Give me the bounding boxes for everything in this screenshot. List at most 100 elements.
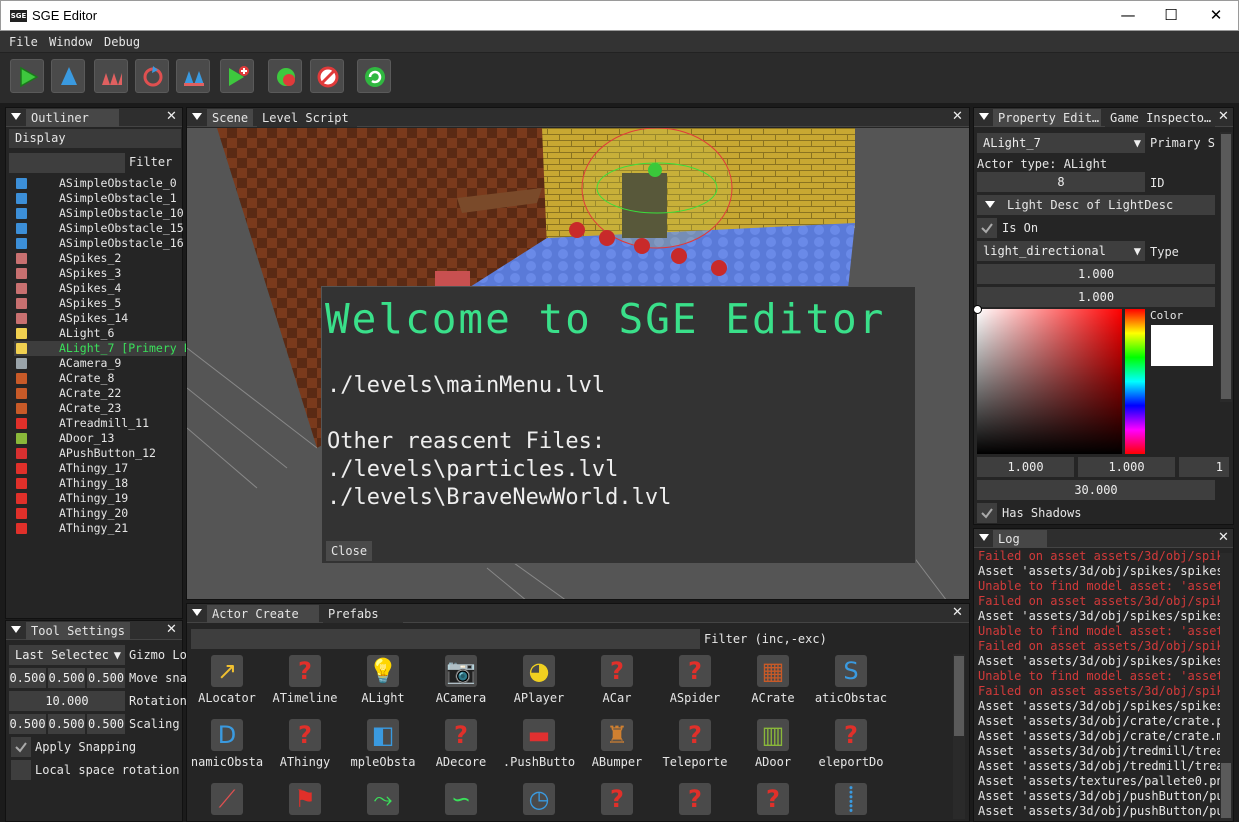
close-icon[interactable]: ✕: [952, 605, 963, 620]
light-type-dropdown[interactable]: light_directional ▼: [977, 241, 1145, 261]
move-snap-y[interactable]: 0.500: [48, 668, 85, 688]
id-field[interactable]: 8: [977, 172, 1145, 192]
scrollbar-thumb[interactable]: [1221, 134, 1231, 399]
scale-snap-y[interactable]: 0.500: [48, 714, 85, 734]
actor-create-item[interactable]: ♜ ABumper: [578, 719, 656, 781]
select-mode-dropdown[interactable]: Last Selectec ▼: [9, 645, 125, 665]
close-icon[interactable]: ✕: [166, 109, 177, 124]
tab-outliner[interactable]: Outliner: [26, 109, 119, 127]
close-button[interactable]: Close: [326, 541, 372, 561]
actor-create-item[interactable]: ▥ ADoor: [734, 719, 812, 781]
outliner-item[interactable]: ALight_7 [Primery Light]: [14, 341, 225, 356]
outliner-item[interactable]: ASpikes_3: [14, 266, 186, 281]
refresh-button[interactable]: [357, 59, 391, 93]
menu-window[interactable]: Window: [49, 35, 92, 49]
tab-tool-settings[interactable]: Tool Settings: [26, 622, 130, 640]
close-window-button[interactable]: ✕: [1193, 1, 1239, 31]
intensity-field[interactable]: 1.000: [977, 264, 1215, 284]
light-desc-header[interactable]: Light Desc of LightDesc: [977, 195, 1215, 215]
actor-create-item[interactable]: ⤳: [344, 783, 422, 821]
move-snap-x[interactable]: 0.500: [9, 668, 46, 688]
outliner-item[interactable]: ATreadmill_11: [14, 416, 186, 431]
outliner-item[interactable]: ASimpleObstacle_10: [14, 206, 186, 221]
actor-create-item[interactable]: ? ADecore: [422, 719, 500, 781]
actor-create-item[interactable]: ? AThingy: [266, 719, 344, 781]
close-icon[interactable]: ✕: [166, 622, 177, 637]
actor-create-item[interactable]: ?: [734, 783, 812, 821]
actor-create-item[interactable]: 📷 ACamera: [422, 655, 500, 717]
swap-button[interactable]: [268, 59, 302, 93]
actor-create-item[interactable]: ⸽: [812, 783, 890, 821]
collapse-icon[interactable]: [192, 113, 202, 120]
outliner-item[interactable]: AThingy_21: [14, 521, 186, 536]
tab-scene[interactable]: Scene: [207, 109, 253, 127]
play-button[interactable]: [10, 59, 44, 93]
is-on-checkbox[interactable]: [977, 218, 997, 238]
outliner-item[interactable]: ALight_6: [14, 326, 186, 341]
outliner-item[interactable]: ASimpleObstacle_16: [14, 236, 186, 251]
picker-handle[interactable]: [974, 305, 982, 314]
recent-file-link[interactable]: ./levels\particles.lvl: [327, 457, 618, 482]
actor-dropdown[interactable]: ALight_7 ▼: [977, 133, 1145, 153]
scale-snap-x[interactable]: 0.500: [9, 714, 46, 734]
collapse-icon[interactable]: [979, 534, 989, 541]
close-icon[interactable]: ✕: [1218, 109, 1229, 124]
actor-create-item[interactable]: ▦ ACrate: [734, 655, 812, 717]
outliner-item[interactable]: ASimpleObstacle_15: [14, 221, 186, 236]
actor-create-item[interactable]: SaticObstac: [812, 655, 890, 717]
actor-create-item[interactable]: ∽: [422, 783, 500, 821]
actor-create-item[interactable]: DnamicObsta: [188, 719, 266, 781]
menu-file[interactable]: File: [9, 35, 38, 49]
collapse-icon[interactable]: [192, 609, 202, 616]
actor-create-item[interactable]: ?: [578, 783, 656, 821]
outliner-item[interactable]: ACrate_23: [14, 401, 186, 416]
actor-create-item[interactable]: 💡 ALight: [344, 655, 422, 717]
outliner-item[interactable]: ADoor_13: [14, 431, 186, 446]
add-play-button[interactable]: [220, 59, 254, 93]
wave-tool-button[interactable]: [176, 59, 210, 93]
actor-create-item[interactable]: ? eleportDo: [812, 719, 890, 781]
color-r-field[interactable]: 1.000: [977, 457, 1074, 477]
close-icon[interactable]: ✕: [1218, 530, 1229, 545]
actor-create-item[interactable]: ⟋: [188, 783, 266, 821]
obstacle-tool-button[interactable]: [51, 59, 85, 93]
outliner-filter-input[interactable]: [9, 153, 125, 173]
outliner-item[interactable]: ACamera_9: [14, 356, 186, 371]
scrollbar-thumb[interactable]: [954, 656, 964, 736]
current-file-link[interactable]: ./levels\mainMenu.lvl: [327, 373, 605, 398]
outliner-item[interactable]: ASpikes_2: [14, 251, 186, 266]
actor-create-item[interactable]: ? ASpider: [656, 655, 734, 717]
outliner-item[interactable]: AThingy_18: [14, 476, 186, 491]
outliner-item[interactable]: AThingy_17: [14, 461, 186, 476]
outliner-item[interactable]: ASpikes_4: [14, 281, 186, 296]
actor-create-item[interactable]: ◕ APlayer: [500, 655, 578, 717]
actor-create-item[interactable]: ? ACar: [578, 655, 656, 717]
hue-slider[interactable]: [1125, 309, 1145, 454]
apply-snapping-checkbox[interactable]: [11, 737, 31, 757]
actor-create-item[interactable]: ⚑: [266, 783, 344, 821]
rotate-tool-button[interactable]: [135, 59, 169, 93]
tab-game-inspector[interactable]: Game Inspecto…: [1105, 109, 1215, 127]
outliner-item[interactable]: ASpikes_14: [14, 311, 186, 326]
recent-file-link[interactable]: ./levels\BraveNewWorld.lvl: [327, 485, 671, 510]
menu-debug[interactable]: Debug: [104, 35, 140, 49]
outliner-item[interactable]: ASimpleObstacle_0: [14, 176, 186, 191]
collapse-icon[interactable]: [11, 626, 21, 633]
spikes-tool-button[interactable]: [94, 59, 128, 93]
actor-create-item[interactable]: ▬ .PushButto: [500, 719, 578, 781]
scrollbar-thumb[interactable]: [1221, 763, 1231, 818]
actor-create-item[interactable]: ? ATimeline: [266, 655, 344, 717]
tab-property-editor[interactable]: Property Edit…: [993, 109, 1101, 127]
actor-create-item[interactable]: ?: [656, 783, 734, 821]
tab-level-script[interactable]: Level Script: [257, 109, 357, 127]
collapse-icon[interactable]: [11, 113, 21, 120]
no-button[interactable]: [310, 59, 344, 93]
outliner-item[interactable]: ACrate_8: [14, 371, 186, 386]
log-scrollbar[interactable]: [1220, 553, 1232, 821]
outliner-item[interactable]: ASimpleObstacle_1: [14, 191, 186, 206]
actor-filter-input[interactable]: [191, 629, 700, 649]
local-rotation-checkbox[interactable]: [11, 760, 31, 780]
collapse-icon[interactable]: [979, 113, 989, 120]
minimize-button[interactable]: —: [1105, 1, 1151, 31]
gizmo-sphere[interactable]: [581, 128, 733, 249]
